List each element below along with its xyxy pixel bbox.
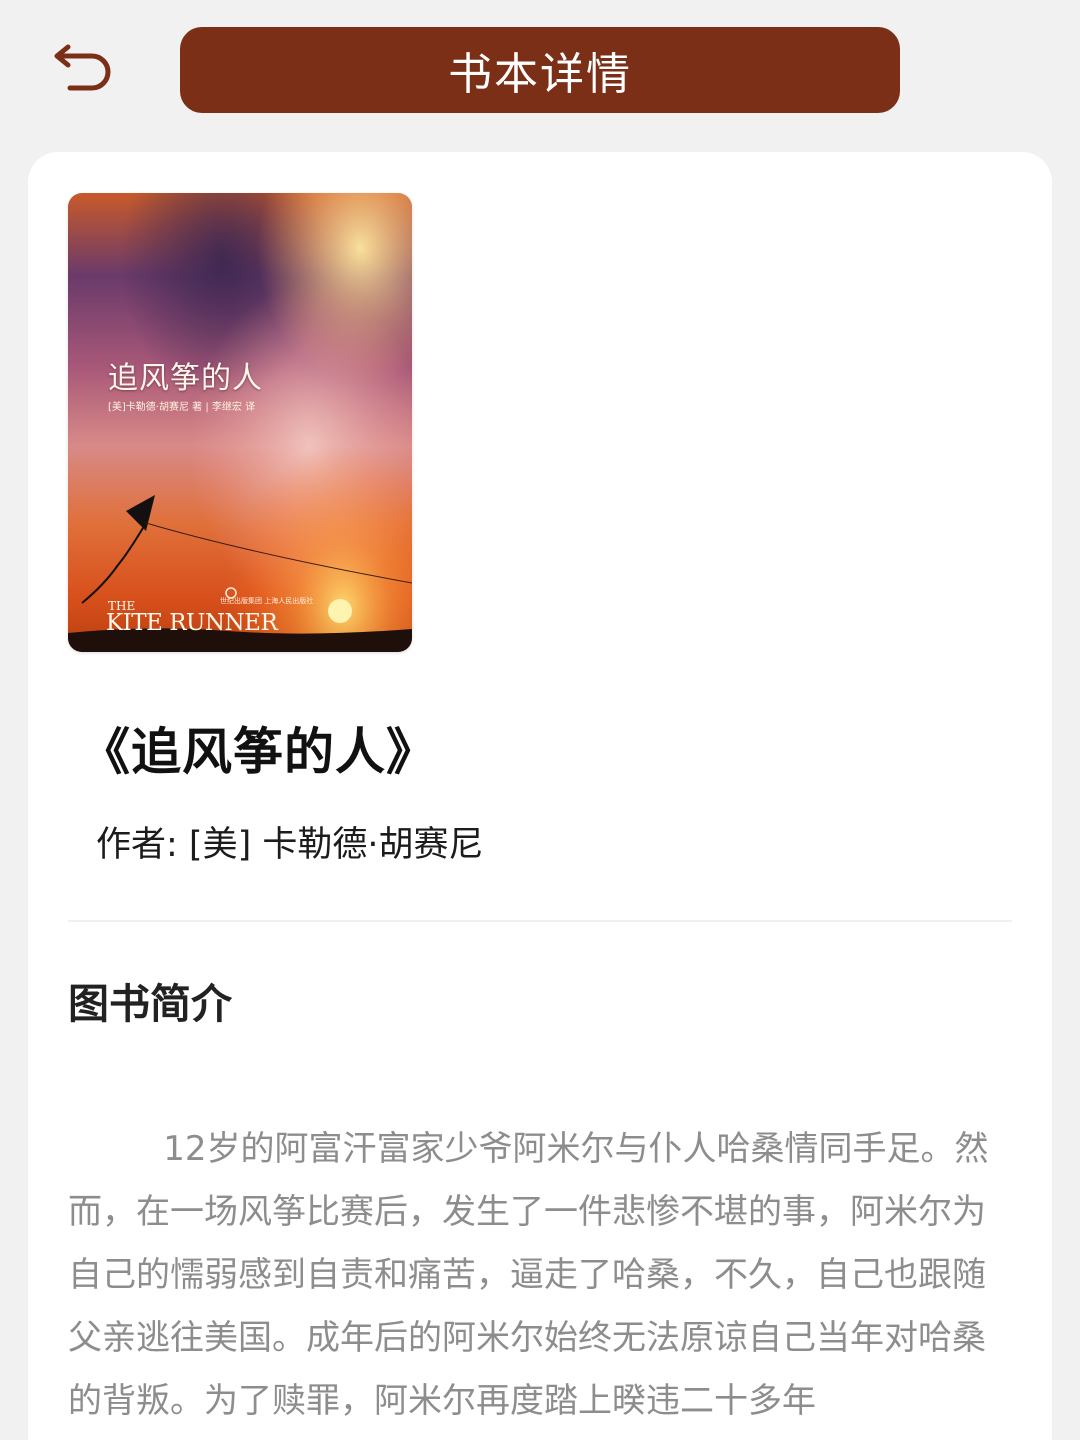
page-title: 书本详情 (448, 49, 632, 100)
book-author: 作者: [美] 卡勒德·胡赛尼 (96, 825, 484, 865)
back-button[interactable] (52, 44, 114, 96)
book-title: 《追风筝的人》 (80, 723, 437, 781)
intro-text: 12岁的阿富汗富家少爷阿米尔与仆人哈桑情同手足。然而，在一场风筝比赛后，发生了一… (68, 1129, 989, 1421)
book-cover-image[interactable]: 追风筝的人 [美]卡勒德·胡赛尼 著 | 李继宏 译 世纪出版集团 上海人民出版… (68, 193, 412, 652)
divider (68, 920, 1012, 922)
header-title-bar: 书本详情 (180, 27, 900, 113)
cover-credits: [美]卡勒德·胡赛尼 著 | 李继宏 译 (108, 402, 256, 413)
book-detail-card: 追风筝的人 [美]卡勒德·胡赛尼 著 | 李继宏 译 世纪出版集团 上海人民出版… (28, 152, 1052, 1440)
cover-publisher: 世纪出版集团 上海人民出版社 (220, 597, 314, 605)
cover-title: 追风筝的人 (108, 361, 263, 396)
cover-title-en: KITE RUNNER (106, 610, 278, 636)
cover-artwork (68, 193, 412, 652)
back-arrow-icon[interactable] (52, 44, 114, 96)
book-detail-page: 书本详情 追风筝的人 [美]卡勒德·胡赛尼 著 | 李继宏 译 世纪出版集团 上… (0, 0, 1080, 1440)
intro-heading: 图书简介 (68, 980, 232, 1028)
